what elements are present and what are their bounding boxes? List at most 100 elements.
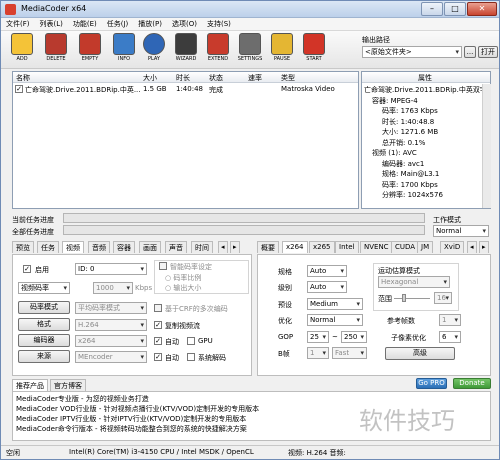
minimize-button[interactable]: – bbox=[421, 2, 443, 16]
tab-xvid[interactable]: XviD bbox=[440, 241, 465, 253]
menu-play[interactable]: 播放(P) bbox=[133, 18, 167, 29]
bframe-select[interactable]: 1 bbox=[307, 347, 329, 359]
menu-task[interactable]: 任务(J) bbox=[102, 18, 134, 29]
title-bar[interactable]: MediaCoder x64 – □ ✕ bbox=[1, 1, 499, 18]
advanced-button[interactable]: 高级 bbox=[385, 347, 455, 360]
rate-mode-select[interactable]: 视频码率 bbox=[18, 282, 70, 294]
gopro-button[interactable]: Go PRO bbox=[416, 378, 447, 389]
delete-button[interactable]: DELETE bbox=[41, 33, 71, 67]
rate-ratio-radio[interactable]: ○ 码率比例 bbox=[165, 273, 201, 283]
level-select[interactable]: Auto bbox=[307, 281, 347, 293]
tab-blog[interactable]: 官方博客 bbox=[50, 379, 86, 391]
tab-x265[interactable]: x265 bbox=[309, 241, 335, 253]
browse-button[interactable]: ... bbox=[464, 46, 476, 58]
donate-button[interactable]: Donate bbox=[453, 378, 491, 389]
menu-file[interactable]: 文件(F) bbox=[1, 18, 35, 29]
news-item[interactable]: MediaCoder命令行版本 - 将视频转码功能整合到您的系统的快捷解决方案 bbox=[16, 424, 247, 434]
tab-summary[interactable]: 概要 bbox=[257, 241, 279, 253]
col-name[interactable]: 名称 bbox=[16, 73, 30, 83]
bframe-mode-select[interactable]: Fast bbox=[332, 347, 367, 359]
menu-options[interactable]: 选项(O) bbox=[167, 18, 202, 29]
track-id-select[interactable]: ID: 0 bbox=[75, 263, 147, 275]
range-input[interactable]: 16 bbox=[434, 292, 452, 304]
maximize-button[interactable]: □ bbox=[444, 2, 466, 16]
menu-function[interactable]: 功能(E) bbox=[68, 18, 102, 29]
wizard-button[interactable]: WIZARD bbox=[171, 33, 201, 67]
copy-stream-checkbox[interactable]: ✓ bbox=[154, 321, 162, 329]
auto-encoder-checkbox[interactable]: ✓ bbox=[154, 337, 162, 345]
motion-select[interactable]: Hexagonal bbox=[378, 276, 450, 288]
bitrate-unit: Kbps bbox=[135, 284, 153, 292]
news-item[interactable]: MediaCoder VOD行业版 - 针对视频点播行业(KTV/VOD)定制开… bbox=[16, 404, 259, 414]
format-select[interactable]: H.264 bbox=[75, 319, 147, 331]
subpel-select[interactable]: 6 bbox=[439, 331, 461, 343]
tab-audio[interactable]: 音频 bbox=[88, 241, 110, 253]
properties-scrollbar[interactable] bbox=[482, 84, 491, 208]
rate-mode-button[interactable]: 码率模式 bbox=[18, 301, 70, 314]
rate-mode-value-select[interactable]: 平均码率模式 bbox=[75, 302, 147, 314]
tab-scroll-right[interactable]: ▸ bbox=[230, 241, 240, 253]
col-duration[interactable]: 时长 bbox=[176, 73, 190, 83]
range-slider-thumb[interactable] bbox=[402, 294, 406, 302]
tab-recommended[interactable]: 推荐产品 bbox=[12, 379, 48, 391]
col-type[interactable]: 类型 bbox=[281, 73, 295, 83]
settings-button[interactable]: SETTINGS bbox=[235, 33, 265, 67]
system-decode-checkbox[interactable] bbox=[187, 353, 195, 361]
menu-list[interactable]: 列表(L) bbox=[35, 18, 68, 29]
tab-video[interactable]: 视频 bbox=[62, 241, 84, 253]
gpu-checkbox[interactable] bbox=[187, 337, 195, 345]
format-button[interactable]: 格式 bbox=[18, 318, 70, 331]
workmode-select[interactable]: Normal bbox=[433, 225, 489, 237]
empty-button[interactable]: EMPTY bbox=[75, 33, 105, 67]
tab-picture[interactable]: 画面 bbox=[139, 241, 161, 253]
enable-checkbox[interactable]: ✓ bbox=[23, 265, 31, 273]
col-status[interactable]: 状态 bbox=[209, 73, 223, 83]
tab-x264[interactable]: x264 bbox=[282, 241, 308, 253]
range-slider[interactable] bbox=[394, 298, 430, 299]
encoder-button[interactable]: 编码器 bbox=[18, 334, 70, 347]
row-checkbox[interactable]: ✓ bbox=[15, 85, 23, 93]
info-button[interactable]: INFO bbox=[109, 33, 139, 67]
tab-time[interactable]: 时间 bbox=[191, 241, 213, 253]
bitrate-input[interactable]: 1000 bbox=[93, 282, 133, 294]
tab-nvenc[interactable]: NVENC bbox=[360, 241, 393, 253]
right-tab-scroll-right[interactable]: ▸ bbox=[479, 241, 489, 253]
tab-container[interactable]: 容器 bbox=[113, 241, 135, 253]
add-button[interactable]: ADD bbox=[7, 33, 37, 67]
auto-source-checkbox[interactable]: ✓ bbox=[154, 353, 162, 361]
profile-select[interactable]: Auto bbox=[307, 265, 347, 277]
col-rate[interactable]: 速率 bbox=[248, 73, 262, 83]
menu-support[interactable]: 支持(S) bbox=[202, 18, 236, 29]
gop-max-select[interactable]: 250 bbox=[341, 331, 367, 343]
source-select[interactable]: MEncoder bbox=[75, 351, 147, 363]
close-button[interactable]: ✕ bbox=[467, 2, 497, 16]
gop-min-select[interactable]: 25 bbox=[307, 331, 329, 343]
open-folder-button[interactable]: 打开 bbox=[478, 46, 498, 58]
col-size[interactable]: 大小 bbox=[143, 73, 157, 83]
tune-select[interactable]: Normal bbox=[307, 314, 363, 326]
output-size-radio[interactable]: ○ 输出大小 bbox=[165, 283, 201, 293]
file-list[interactable]: 名称 大小 时长 状态 速率 类型 ✓ 亡命驾驶.Drive.2011.BDRi… bbox=[12, 71, 359, 209]
start-button[interactable]: START bbox=[299, 33, 329, 67]
play-button[interactable]: PLAY bbox=[139, 33, 169, 67]
tab-scroll-left[interactable]: ◂ bbox=[218, 241, 228, 253]
extend-button[interactable]: EXTEND bbox=[203, 33, 233, 67]
right-tab-scroll-left[interactable]: ◂ bbox=[467, 241, 477, 253]
tab-intel[interactable]: Intel bbox=[335, 241, 359, 253]
tab-task[interactable]: 任务 bbox=[37, 241, 59, 253]
encoder-select[interactable]: x264 bbox=[75, 335, 147, 347]
table-row[interactable]: ✓ 亡命驾驶.Drive.2011.BDRip.中英... 1.5 GB 1:4… bbox=[13, 84, 358, 95]
smart-rate-checkbox[interactable] bbox=[159, 262, 167, 270]
tab-preview[interactable]: 预览 bbox=[12, 241, 34, 253]
ref-frames-select[interactable]: 1 bbox=[439, 314, 461, 326]
output-path-select[interactable]: <原始文件夹> bbox=[362, 46, 462, 58]
tab-cuda[interactable]: CUDA bbox=[391, 241, 420, 253]
tab-sound[interactable]: 声音 bbox=[165, 241, 187, 253]
preset-select[interactable]: Medium bbox=[307, 298, 363, 310]
tab-jm[interactable]: JM bbox=[417, 241, 434, 253]
news-item[interactable]: MediaCoder专业版 - 为您的视频业务打造 bbox=[16, 394, 149, 404]
source-button[interactable]: 来源 bbox=[18, 350, 70, 363]
pause-button[interactable]: PAUSE bbox=[267, 33, 297, 67]
news-item[interactable]: MediaCoder IPTV行业版 - 针对IPTV行业(KTV/VOD)定制… bbox=[16, 414, 246, 424]
crf-checkbox[interactable] bbox=[154, 304, 162, 312]
